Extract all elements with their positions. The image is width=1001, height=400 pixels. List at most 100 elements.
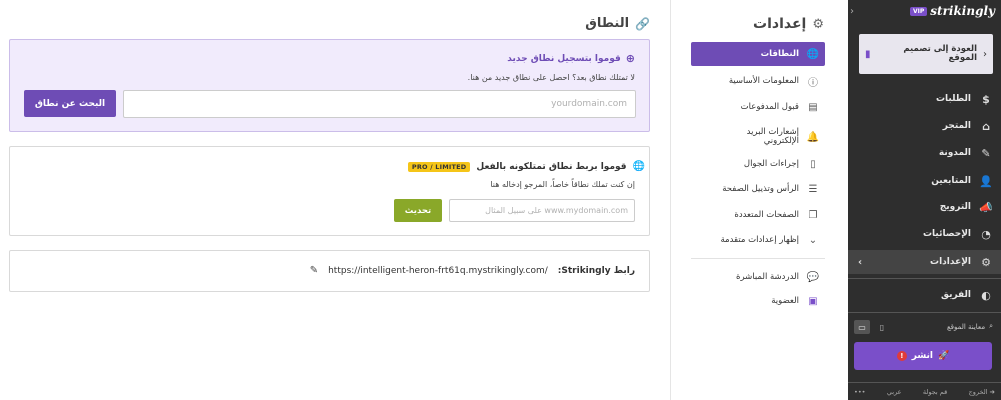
search-domain-button[interactable]: البحث عن نطاق bbox=[24, 90, 116, 117]
settings-item-label: الصفحات المتعددة bbox=[734, 210, 799, 220]
settings-item-multiple-pages[interactable]: ❐ الصفحات المتعددة bbox=[691, 203, 825, 227]
settings-item-header-footer[interactable]: ☰ الرأس وتذييل الصفحة bbox=[691, 177, 825, 201]
pencil-icon[interactable]: ✎ bbox=[310, 265, 318, 276]
globe-icon: 🌐 bbox=[806, 48, 819, 60]
settings-item-label: الدردشة المباشرة bbox=[736, 272, 799, 282]
sidebar-item-label: الإعدادات bbox=[930, 257, 971, 267]
page-icon: ▮ bbox=[865, 48, 871, 60]
sidebar-item-label: الفريق bbox=[940, 290, 971, 300]
settings-item-show-advanced[interactable]: ⌄ إظهار إعدادات متقدمة bbox=[691, 228, 825, 252]
sidebar-item-label: الإحصائيات bbox=[923, 229, 971, 239]
sidebar-item-followers[interactable]: 👤 المتابعين bbox=[854, 170, 993, 192]
custom-domain-input[interactable] bbox=[449, 199, 635, 222]
sidebar-item-blog[interactable]: ✎ المدونة bbox=[854, 142, 993, 164]
logo-row: VIP strikingly bbox=[910, 4, 995, 18]
pages-icon: ❐ bbox=[808, 209, 818, 221]
gear-icon: ⚙ bbox=[812, 16, 824, 32]
register-heading: ⊕ قوموا بتسجيل نطاق جديد bbox=[507, 52, 635, 65]
megaphone-icon: 📣 bbox=[979, 200, 993, 214]
connect-heading: 🌐 قوموا بربط نطاق تمتلكونه بالفعل PRO / … bbox=[407, 161, 645, 172]
more-icon[interactable]: ••• bbox=[854, 388, 866, 396]
sidebar-bottom-bar: ➜ الخروج قم بجولة عربي ••• bbox=[848, 382, 1001, 400]
header-footer-icon: ☰ bbox=[808, 183, 818, 195]
page-title: 🔗 النطاق bbox=[585, 16, 650, 31]
settings-item-label: النطاقات bbox=[760, 49, 799, 59]
sidebar-item-store[interactable]: ⌂ المتجر bbox=[854, 115, 993, 137]
search-icon: ⌕ bbox=[989, 322, 993, 330]
vip-badge: VIP bbox=[910, 6, 928, 16]
desktop-icon[interactable]: ▭ bbox=[854, 320, 870, 334]
publish-label: انشر bbox=[911, 351, 934, 361]
sidebar-item-analytics[interactable]: ◔ الإحصائيات bbox=[854, 223, 993, 245]
settings-item-live-chat[interactable]: 💬 الدردشة المباشرة bbox=[691, 265, 825, 289]
language-link[interactable]: عربي bbox=[887, 388, 902, 396]
chevron-right-icon: › bbox=[858, 256, 863, 268]
store-icon: ⌂ bbox=[982, 119, 990, 133]
sidebar-item-label: المدونة bbox=[938, 148, 971, 158]
update-button[interactable]: تحديث bbox=[394, 199, 442, 222]
settings-item-domains[interactable]: 🌐 النطاقات bbox=[691, 42, 825, 66]
connect-heading-text: قوموا بربط نطاق تمتلكونه بالفعل bbox=[476, 161, 627, 172]
settings-item-label: إظهار إعدادات متقدمة bbox=[720, 235, 799, 245]
settings-item-label: قبول المدفوعات bbox=[740, 102, 799, 112]
settings-item-label: الرأس وتذييل الصفحة bbox=[722, 184, 799, 194]
app-sidebar: › VIP strikingly ‹ العودة إلى تصميم المو… bbox=[848, 0, 1001, 400]
pro-limited-badge: PRO / LIMITED bbox=[407, 161, 471, 172]
device-toggle: ▭ ▯ bbox=[854, 320, 890, 334]
pie-chart-icon: ◔ bbox=[981, 227, 991, 241]
register-heading-text: قوموا بتسجيل نطاق جديد bbox=[507, 53, 621, 64]
connect-subtitle: إن كنت تملك نطاقاً خاصاً، المرجو إدخاله … bbox=[490, 180, 635, 189]
tour-link[interactable]: قم بجولة bbox=[923, 388, 947, 396]
globe-icon: 🌐 bbox=[632, 161, 645, 172]
site-link-label: رابط Strikingly: bbox=[557, 265, 635, 276]
settings-title: ⚙ إعدادات bbox=[753, 16, 824, 32]
preview-site-link[interactable]: ⌕ معاينة الموقع bbox=[947, 322, 993, 331]
sidebar-item-label: المتجر bbox=[942, 121, 971, 131]
preview-site-label: معاينة الموقع bbox=[946, 322, 986, 331]
connect-domain-card: 🌐 قوموا بربط نطاق تمتلكونه بالفعل PRO / … bbox=[9, 146, 650, 236]
followers-icon: 👤 bbox=[979, 174, 993, 188]
settings-item-label: إجراءات الجوال bbox=[743, 159, 799, 169]
register-domain-card: ⊕ قوموا بتسجيل نطاق جديد لا تمتلك نطاق ب… bbox=[9, 39, 650, 132]
main-content: 🔗 النطاق ⊕ قوموا بتسجيل نطاق جديد لا تمت… bbox=[0, 0, 670, 400]
payment-icon: ▤ bbox=[808, 101, 818, 113]
back-to-editor-button[interactable]: ‹ العودة إلى تصميم الموقع ▮ bbox=[859, 34, 993, 74]
sidebar-divider bbox=[848, 278, 1001, 279]
settings-item-membership[interactable]: ▣ العضوية bbox=[691, 289, 825, 313]
logout-link[interactable]: ➜ الخروج bbox=[969, 388, 995, 396]
site-link-card: رابط Strikingly: https://intelligent-her… bbox=[9, 250, 650, 292]
sidebar-item-promotion[interactable]: 📣 الترويج bbox=[854, 196, 993, 218]
collapse-arrow-icon[interactable]: › bbox=[850, 6, 854, 17]
settings-item-payments[interactable]: ▤ قبول المدفوعات bbox=[691, 95, 825, 119]
settings-item-basic-info[interactable]: ⓘ المعلومات الأساسية bbox=[691, 69, 825, 93]
search-plus-icon: ⊕ bbox=[625, 52, 635, 65]
settings-title-text: إعدادات bbox=[753, 16, 807, 32]
publish-button[interactable]: 🚀 انشر ! bbox=[854, 342, 992, 370]
domain-search-input[interactable] bbox=[123, 90, 636, 118]
team-icon: ◐ bbox=[981, 288, 991, 302]
sidebar-item-label: الطلبات bbox=[935, 94, 971, 104]
sidebar-item-settings[interactable]: ⚙ الإعدادات › bbox=[848, 250, 1001, 274]
info-icon: ⓘ bbox=[808, 77, 818, 89]
rocket-icon: 🚀 bbox=[938, 351, 950, 361]
site-link-row: رابط Strikingly: https://intelligent-her… bbox=[310, 265, 635, 276]
sidebar-item-team[interactable]: ◐ الفريق bbox=[854, 284, 993, 306]
chat-icon: 💬 bbox=[806, 271, 819, 283]
sidebar-divider bbox=[848, 312, 1001, 313]
membership-icon: ▣ bbox=[808, 295, 818, 307]
sidebar-item-orders[interactable]: $ الطلبات bbox=[854, 88, 993, 110]
logout-label: الخروج bbox=[968, 387, 988, 396]
settings-item-label: المعلومات الأساسية bbox=[728, 76, 799, 86]
page-title-text: النطاق bbox=[585, 16, 630, 31]
site-url: https://intelligent-heron-frt61q.mystrik… bbox=[328, 265, 548, 276]
warning-icon: ! bbox=[896, 351, 907, 361]
bell-icon: 🔔 bbox=[806, 131, 819, 143]
back-to-editor-label: العودة إلى تصميم الموقع bbox=[903, 43, 977, 63]
register-subtitle: لا تمتلك نطاق بعد؟ احصل على نطاق جديد من… bbox=[467, 73, 635, 82]
settings-item-email-notifications[interactable]: 🔔 إشعارات البريد الإلكتروني bbox=[691, 122, 825, 152]
settings-item-mobile-actions[interactable]: ▯ إجراءات الجوال bbox=[691, 152, 825, 176]
pen-icon: ✎ bbox=[981, 146, 991, 160]
chevron-right-icon: ‹ bbox=[983, 48, 987, 60]
mobile-icon[interactable]: ▯ bbox=[874, 320, 890, 334]
mobile-icon: ▯ bbox=[810, 158, 816, 170]
